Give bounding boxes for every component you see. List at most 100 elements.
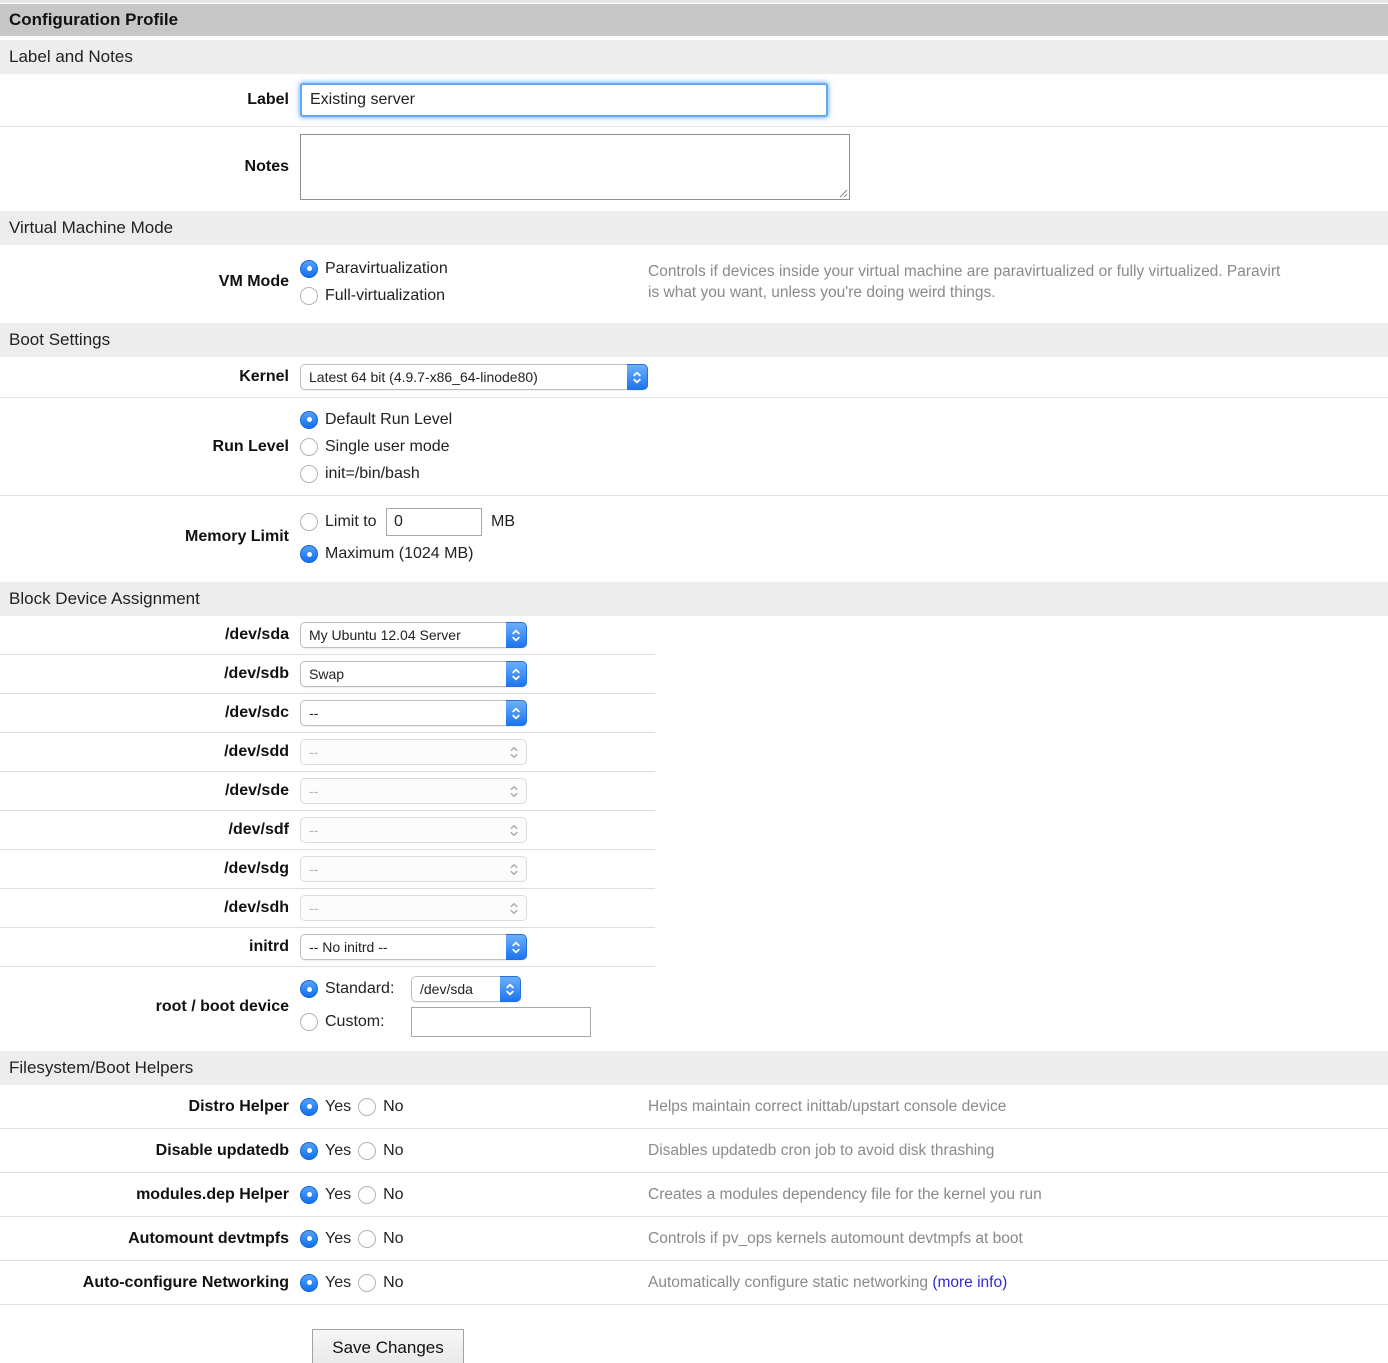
helper-row-distro: Distro Helper Yes No Helps maintain corr… [0,1085,1388,1129]
radio-full-virtualization[interactable] [300,287,318,305]
dev-sdh-select-value: -- [301,900,502,916]
radio-paravirtualization[interactable] [300,260,318,278]
radio-distro-helper-no[interactable] [358,1098,376,1116]
dev-sdd-select: -- [300,739,527,765]
section-virtual-machine-mode: Virtual Machine Mode [0,211,1388,245]
helper-row-modules-dep: modules.dep Helper Yes No Creates a modu… [0,1173,1388,1217]
yes-label: Yes [325,1142,351,1160]
dev-sdf-select-value: -- [301,822,502,838]
block-device-row-sdh: /dev/sdh -- [0,889,1388,928]
select-stepper-icon [500,976,521,1002]
dev-sda-select[interactable]: My Ubuntu 12.04 Server [300,622,527,648]
radio-auto-configure-networking-no[interactable] [358,1274,376,1292]
automount-devtmpfs-help: Controls if pv_ops kernels automount dev… [648,1228,1023,1249]
vm-mode-row: VM Mode Paravirtualization Full-virtuali… [0,245,1388,319]
radio-modules-dep-yes[interactable] [300,1186,318,1204]
select-stepper-icon [502,740,526,764]
section-filesystem-boot-helpers: Filesystem/Boot Helpers [0,1051,1388,1085]
initrd-select[interactable]: -- No initrd -- [300,934,527,960]
select-stepper-icon [627,364,648,390]
distro-helper-help: Helps maintain correct inittab/upstart c… [648,1096,1006,1117]
dev-sdb-select[interactable]: Swap [300,661,527,687]
radio-maximum-memory-label: Maximum (1024 MB) [325,545,473,563]
block-device-row-sdf: /dev/sdf -- [0,811,1388,850]
radio-automount-devtmpfs-no[interactable] [358,1230,376,1248]
modules-dep-helper-help: Creates a modules dependency file for th… [648,1184,1042,1205]
page-title: Configuration Profile [0,4,1388,36]
radio-single-user-mode[interactable] [300,438,318,456]
dev-sda-label: /dev/sda [0,626,300,644]
block-device-row-sdb: /dev/sdb Swap [0,655,1388,694]
radio-standard-label: Standard: [325,980,411,998]
select-stepper-icon [502,857,526,881]
dev-sdc-label: /dev/sdc [0,704,300,722]
radio-disable-updatedb-yes[interactable] [300,1142,318,1160]
radio-limit-to[interactable] [300,513,318,531]
radio-maximum-memory[interactable] [300,545,318,563]
yes-label: Yes [325,1098,351,1116]
resize-handle-icon[interactable] [838,188,848,198]
radio-init-bin-bash[interactable] [300,465,318,483]
dev-sdg-label: /dev/sdg [0,860,300,878]
standard-boot-device-value: /dev/sda [412,981,500,997]
auto-configure-networking-help-text: Automatically configure static networkin… [648,1274,928,1291]
select-stepper-icon [502,779,526,803]
kernel-select-value: Latest 64 bit (4.9.7-x86_64-linode80) [301,369,627,385]
more-info-link[interactable]: (more info) [932,1274,1007,1291]
vm-mode-help: Controls if devices inside your virtual … [648,261,1288,303]
radio-default-run-level[interactable] [300,411,318,429]
kernel-select[interactable]: Latest 64 bit (4.9.7-x86_64-linode80) [300,364,648,390]
notes-textarea[interactable] [300,134,850,200]
radio-automount-devtmpfs-yes[interactable] [300,1230,318,1248]
radio-auto-configure-networking-yes[interactable] [300,1274,318,1292]
radio-default-run-level-label: Default Run Level [325,411,452,429]
radio-single-user-mode-label: Single user mode [325,438,450,456]
radio-limit-to-label: Limit to [325,513,386,531]
memory-limit-label: Memory Limit [0,528,300,546]
initrd-label: initrd [0,938,300,956]
section-boot-settings: Boot Settings [0,323,1388,357]
kernel-label: Kernel [0,368,300,386]
dev-sdg-select: -- [300,856,527,882]
block-device-row-sdd: /dev/sdd -- [0,733,1388,772]
notes-row: Notes [0,127,1388,207]
standard-boot-device-select[interactable]: /dev/sda [411,976,521,1002]
dev-sdc-select[interactable]: -- [300,700,527,726]
radio-distro-helper-yes[interactable] [300,1098,318,1116]
vm-mode-label: VM Mode [0,273,300,291]
section-label-and-notes: Label and Notes [0,40,1388,74]
label-row: Label [0,74,1388,126]
dev-sde-label: /dev/sde [0,782,300,800]
select-stepper-icon [502,896,526,920]
dev-sdd-select-value: -- [301,744,502,760]
dev-sde-select: -- [300,778,527,804]
memory-limit-unit: MB [491,513,515,531]
yes-label: Yes [325,1230,351,1248]
label-input[interactable] [300,83,828,117]
memory-limit-input[interactable] [386,508,482,536]
radio-standard-boot-device[interactable] [300,980,318,998]
distro-helper-label: Distro Helper [0,1098,300,1116]
configuration-profile-page: Configuration Profile Label and Notes La… [0,0,1388,1363]
dev-sdf-select: -- [300,817,527,843]
initrd-select-value: -- No initrd -- [301,939,506,955]
no-label: No [383,1098,403,1116]
kernel-row: Kernel Latest 64 bit (4.9.7-x86_64-linod… [0,357,1388,397]
run-level-label: Run Level [0,438,300,456]
save-changes-button[interactable]: Save Changes [312,1329,464,1363]
memory-limit-row: Memory Limit Limit to MB Maximum (1024 M… [0,496,1388,578]
root-boot-device-row: root / boot device Standard: /dev/sda Cu… [0,967,1388,1047]
radio-paravirtualization-label: Paravirtualization [325,260,448,278]
auto-configure-networking-help: Automatically configure static networkin… [648,1272,1007,1293]
yes-label: Yes [325,1274,351,1292]
radio-modules-dep-no[interactable] [358,1186,376,1204]
radio-disable-updatedb-no[interactable] [358,1142,376,1160]
run-level-row: Run Level Default Run Level Single user … [0,398,1388,495]
radio-custom-boot-device[interactable] [300,1013,318,1031]
top-strip [0,0,1388,3]
dev-sdb-select-value: Swap [301,666,506,682]
dev-sdh-label: /dev/sdh [0,899,300,917]
custom-boot-device-input[interactable] [411,1007,591,1037]
dev-sda-select-value: My Ubuntu 12.04 Server [301,627,506,643]
label-field-label: Label [0,91,300,109]
